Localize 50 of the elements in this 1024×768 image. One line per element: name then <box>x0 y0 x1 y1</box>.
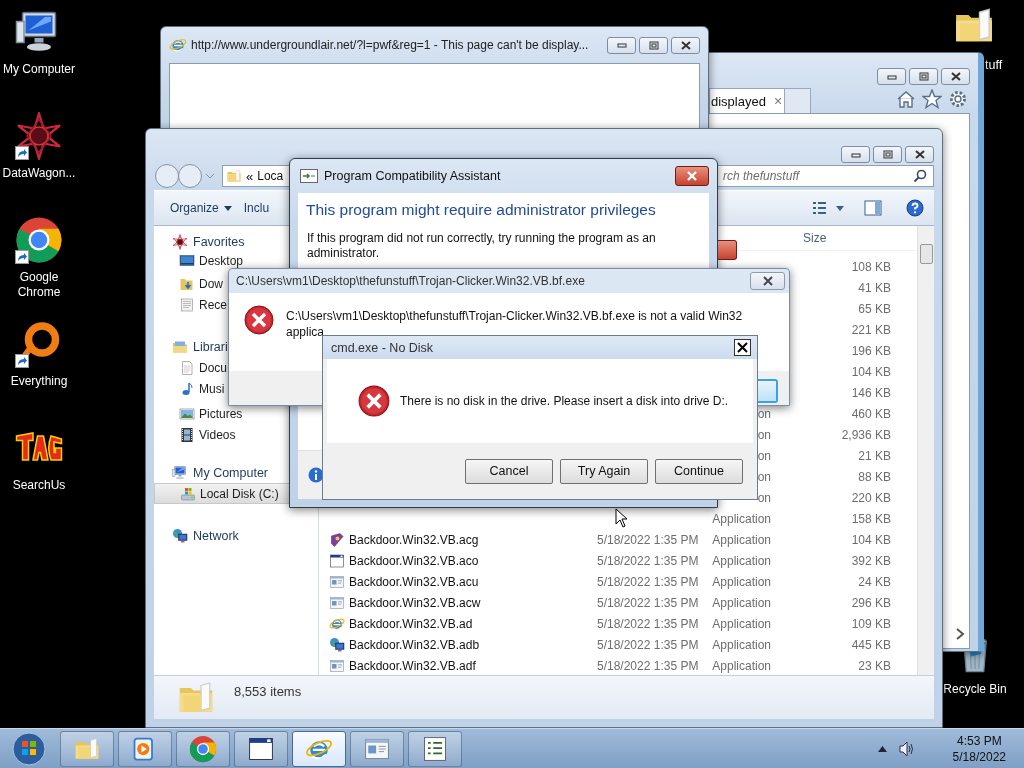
file-size: 65 KB <box>858 301 891 316</box>
dialog-heading: This program might require administrator privileges <box>305 200 657 219</box>
file-date: 5/18/2022 1:35 PM <box>597 637 699 652</box>
dialog-message: If this program did not run correctly, try running the program as an administrator. <box>306 230 657 261</box>
file-size: 445 KB <box>851 637 891 652</box>
file-type: Application <box>712 511 771 526</box>
file-date: 5/18/2022 1:35 PM <box>597 616 699 631</box>
window-title: Program Compatibility Assistant <box>324 169 502 183</box>
file-date: 5/18/2022 1:35 PM <box>597 574 699 589</box>
file-size: 104 KB <box>851 532 891 547</box>
file-size: 158 KB <box>851 511 891 526</box>
file-type: on <box>757 490 771 505</box>
file-type: Application <box>712 532 771 547</box>
file-date: 5/18/2022 1:35 PM <box>597 532 699 547</box>
file-size: 392 KB <box>851 553 891 568</box>
dialog-message: There is no disk in the drive. Please insert a disk into drive D:. <box>400 394 729 408</box>
window-title: http://www.undergroundlair.net/?l=pwf&reg=1 - This page can't be display... <box>191 38 590 52</box>
file-size: 146 KB <box>851 385 891 400</box>
file-size: 221 KB <box>851 322 891 337</box>
file-size: 108 KB <box>851 259 891 274</box>
dialog-message: applica <box>286 324 325 340</box>
file-type: on <box>757 469 771 484</box>
file-type: Application <box>712 553 771 568</box>
file-size: 41 KB <box>858 280 891 295</box>
file-size: 88 KB <box>858 469 891 484</box>
window-title: cmd.exe - No Disk <box>331 340 435 355</box>
file-size: 23 KB <box>858 658 891 673</box>
file-size: 196 KB <box>851 343 891 358</box>
file-size: 109 KB <box>851 616 891 631</box>
file-size: 296 KB <box>851 595 891 610</box>
file-size: 2,936 KB <box>841 427 891 442</box>
file-type: Application <box>712 637 771 652</box>
item-count: 8,553 items <box>234 684 302 699</box>
file-type: on <box>757 406 771 421</box>
file-size: 21 KB <box>858 448 891 463</box>
file-size: 460 KB <box>851 406 891 421</box>
file-date: 5/18/2022 1:35 PM <box>597 595 699 610</box>
file-type: Application <box>712 574 771 589</box>
file-type: Application <box>712 595 771 610</box>
file-type: on <box>757 448 771 463</box>
file-date: 5/18/2022 1:35 PM <box>597 553 699 568</box>
file-size: 220 KB <box>851 490 891 505</box>
dialog-message: C:\Users\vm1\Desktop\thefunstuff\Trojan-Clicker.Win32.VB.bf.exe is not a valid Win32 <box>286 308 743 324</box>
file-size: 24 KB <box>858 574 891 589</box>
file-type: Application <box>712 658 771 673</box>
file-type: Application <box>712 616 771 631</box>
file-type: on <box>757 427 771 442</box>
file-size: 104 KB <box>851 364 891 379</box>
file-date: 5/18/2022 1:35 PM <box>597 658 699 673</box>
window-title: C:\Users\vm1\Desktop\thefunstuff\Trojan-Clicker.Win32.VB.bf.exe <box>236 274 586 288</box>
